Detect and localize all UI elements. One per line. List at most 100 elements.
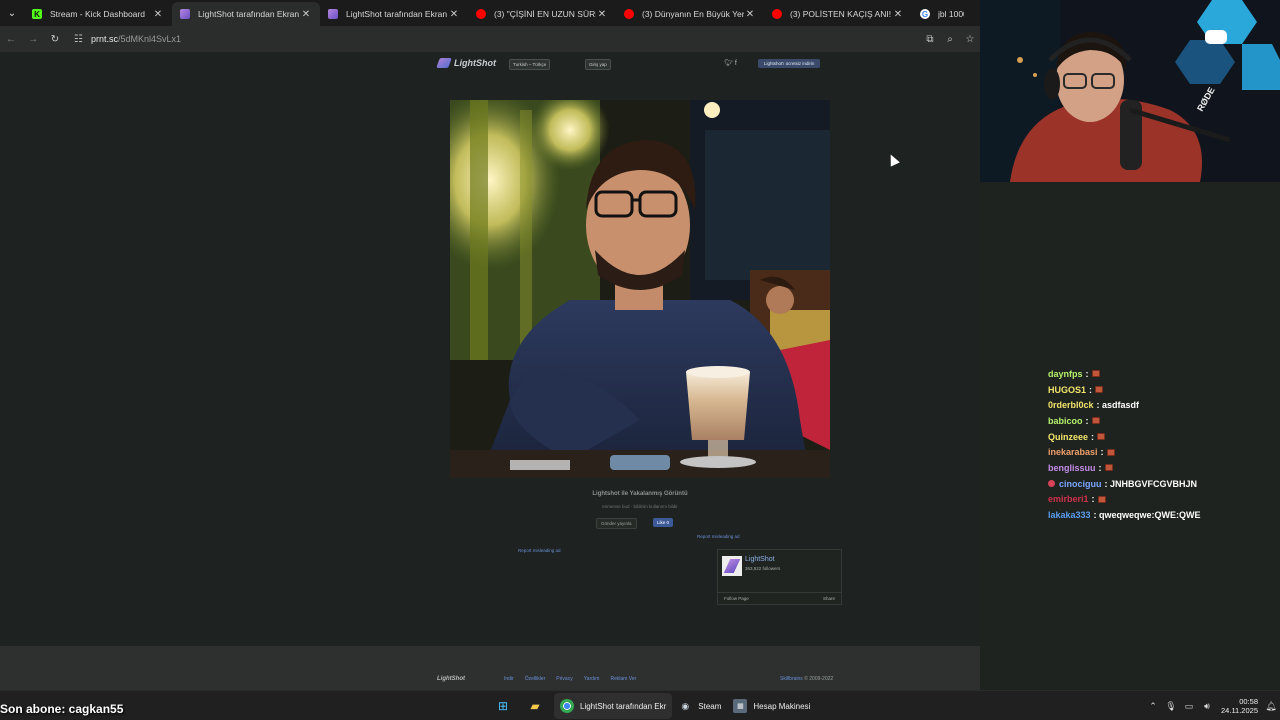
- clock-time: 00:58: [1239, 697, 1258, 706]
- reload-icon[interactable]: ↻: [44, 34, 66, 45]
- chat-colon: :: [1100, 447, 1104, 458]
- chat-colon: :: [1091, 494, 1095, 505]
- chat-message: Quinzeee:: [1048, 429, 1268, 445]
- tab-title: (3) POLİSTEN KAÇIŞ ANI! Türki: [790, 9, 892, 19]
- chat-username: babicoo: [1048, 415, 1083, 426]
- chrome-icon: [560, 699, 574, 713]
- url-field[interactable]: ☷ prnt.sc/5dMKnl4SvLx1: [74, 34, 181, 45]
- chat-username: Quinzeee: [1048, 431, 1089, 442]
- chat-colon: :: [1098, 462, 1102, 473]
- file-explorer-button[interactable]: ▰: [522, 693, 554, 719]
- footer-link[interactable]: Yardım: [584, 676, 600, 682]
- chat-message: emirberi1:: [1048, 492, 1268, 508]
- chat-colon: :: [1085, 368, 1089, 379]
- forward-icon[interactable]: →: [22, 34, 44, 45]
- chat-colon: :: [1091, 431, 1095, 442]
- calculator-icon: ▦: [733, 699, 748, 713]
- skillbrains-link[interactable]: Skillbrains: [780, 676, 803, 682]
- back-icon[interactable]: ←: [0, 34, 22, 45]
- share-button[interactable]: Gönder yayınla: [596, 518, 637, 529]
- network-icon[interactable]: ▭: [1180, 701, 1198, 712]
- report-ad-link[interactable]: Report misleading ad: [697, 534, 740, 539]
- facebook-icon[interactable]: f: [735, 60, 737, 67]
- tab-kick-dashboard[interactable]: K Stream - Kick Dashboard ✕: [24, 2, 172, 26]
- close-icon[interactable]: ✕: [892, 9, 904, 20]
- taskbar-label: LightShot tarafından Ekr: [580, 701, 667, 711]
- chat-message: daynfps:: [1048, 366, 1268, 382]
- badge-icon: [1048, 480, 1055, 488]
- fb-followers: 363,522 followers: [745, 566, 781, 571]
- lightshot-footer: LightShot Indir Özellikler Privacy Yardı…: [0, 646, 980, 690]
- zoom-icon[interactable]: ⌕: [940, 34, 960, 45]
- clock[interactable]: 00:58 24.11.2025: [1216, 697, 1262, 715]
- close-icon[interactable]: ✕: [448, 9, 460, 20]
- chat-username: cinociguu: [1059, 478, 1102, 489]
- close-icon[interactable]: ✕: [744, 9, 756, 20]
- tab-title: LightShot tarafından Ekran Gö: [346, 9, 448, 19]
- chat-username: lakaka333: [1048, 510, 1091, 521]
- chat-text: qweqweqwe:QWE:QWE: [1099, 510, 1201, 521]
- taskbar-chrome[interactable]: LightShot tarafından Ekr: [554, 693, 673, 719]
- close-icon[interactable]: ✕: [300, 9, 312, 20]
- emote-icon: [1091, 370, 1100, 378]
- login-button[interactable]: Giriş yap: [585, 59, 611, 70]
- system-tray: ⌃ 🎙︎ ▭ 🔊︎ 00:58 24.11.2025 🔔︎: [1144, 691, 1280, 720]
- chat-message: benglissuu:: [1048, 460, 1268, 476]
- twitter-icon[interactable]: 🐦︎: [724, 60, 733, 67]
- feather-icon: [436, 58, 452, 68]
- download-button[interactable]: Lightshot'ı ücretsiz indirin: [758, 59, 821, 68]
- tab-title: Stream - Kick Dashboard: [50, 9, 145, 19]
- volume-icon[interactable]: 🔊︎: [1198, 701, 1216, 712]
- youtube-icon: [772, 9, 782, 19]
- google-icon: G: [920, 9, 930, 19]
- bookmark-star-icon[interactable]: ☆: [960, 34, 980, 45]
- fb-share-button[interactable]: Share: [823, 596, 835, 601]
- start-button[interactable]: ⊞: [490, 693, 522, 719]
- tab-youtube-3[interactable]: (3) POLİSTEN KAÇIŞ ANI! Türki ✕: [764, 2, 912, 26]
- fb-page-name[interactable]: LightShot: [745, 556, 775, 563]
- like-button[interactable]: Like 0: [653, 518, 674, 527]
- language-select[interactable]: Turkish – Türkçe: [509, 59, 551, 70]
- close-icon[interactable]: ✕: [596, 9, 608, 20]
- chat-message: inekarabasi:: [1048, 444, 1268, 460]
- microphone-icon[interactable]: 🎙︎: [1162, 701, 1180, 712]
- logo-text: LightShot: [454, 58, 496, 68]
- taskbar-label: Hesap Makinesi: [753, 701, 811, 711]
- footer-logo[interactable]: LightShot: [437, 676, 465, 682]
- install-icon[interactable]: ⧉: [920, 34, 940, 45]
- tab-google[interactable]: G jbl 1000 watt: [912, 2, 972, 26]
- browser-tabbar: ⌄ K Stream - Kick Dashboard ✕ LightShot …: [0, 0, 980, 26]
- windows-icon: ⊞: [497, 699, 509, 713]
- tab-youtube-2[interactable]: (3) Dünyanın En Büyük Yeraltı ✕: [616, 2, 764, 26]
- emote-icon: [1095, 386, 1104, 394]
- site-info-icon[interactable]: ☷: [74, 34, 83, 45]
- chat-text: JNHBGVFCGVBHJN: [1110, 478, 1198, 489]
- taskbar-apps: ⊞ ▰ LightShot tarafından Ekr ◉ Steam ▦ Hes…: [490, 691, 816, 720]
- tab-title: (3) "ÇİŞİNİ EN UZUN SÜRE TU: [494, 9, 596, 19]
- taskbar-steam[interactable]: ◉ Steam: [672, 693, 727, 719]
- taskbar-calculator[interactable]: ▦ Hesap Makinesi: [727, 693, 816, 719]
- report-ad-link[interactable]: Report misleading ad: [518, 548, 561, 553]
- social-links: 🐦︎ f: [724, 59, 737, 67]
- screenshot-image: [450, 100, 830, 478]
- lightshot-logo[interactable]: LightShot: [436, 58, 496, 68]
- footer-link[interactable]: Özellikler: [525, 676, 546, 682]
- footer-link[interactable]: Privacy: [556, 676, 572, 682]
- chat-message: HUGOS1:: [1048, 382, 1268, 398]
- chat-username: benglissuu: [1048, 462, 1096, 473]
- notification-bell-icon[interactable]: 🔔︎: [1262, 701, 1280, 712]
- youtube-icon: [624, 9, 634, 19]
- chat-colon: :: [1085, 415, 1089, 426]
- footer-link[interactable]: Indir: [504, 676, 514, 682]
- tab-search-icon[interactable]: ⌄: [0, 0, 24, 26]
- tab-youtube-1[interactable]: (3) "ÇİŞİNİ EN UZUN SÜRE TU ✕: [468, 2, 616, 26]
- follow-page-button[interactable]: Follow Page: [724, 596, 749, 601]
- tab-lightshot-2[interactable]: LightShot tarafından Ekran Gö ✕: [320, 2, 468, 26]
- lightshot-avatar[interactable]: [722, 556, 742, 576]
- tab-lightshot-active[interactable]: LightShot tarafından Ekran Gör ✕: [172, 2, 320, 26]
- chevron-up-icon[interactable]: ⌃: [1144, 701, 1162, 712]
- tab-title: jbl 1000 watt: [938, 9, 964, 19]
- close-icon[interactable]: ✕: [152, 9, 164, 20]
- footer-link[interactable]: Reklam Ver: [610, 676, 636, 682]
- last-subscriber-overlay: Son abone: cagkan55: [0, 702, 124, 716]
